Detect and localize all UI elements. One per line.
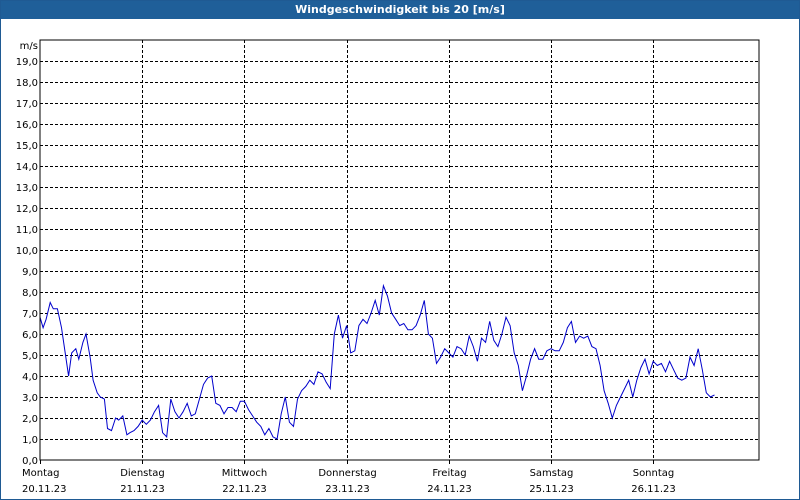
y-tick-label: 7,0 (22, 309, 38, 320)
x-tick-date: 21.11.23 (120, 484, 165, 495)
y-tick-label: 12,0 (16, 204, 38, 215)
y-axis-label: m/s (20, 41, 38, 52)
x-tick-day: Sonntag (633, 468, 675, 479)
y-tick-label: 18,0 (16, 78, 38, 89)
x-tick-date: 20.11.23 (22, 484, 67, 495)
y-tick-label: 3,0 (22, 393, 38, 404)
y-tick-label: 19,0 (16, 57, 38, 68)
x-tick-day: Montag (22, 468, 59, 479)
wind-speed-series-line (39, 283, 715, 440)
y-tick-label: 6,0 (22, 330, 38, 341)
y-tick-label: 11,0 (16, 225, 38, 236)
grid-lines (40, 40, 759, 464)
y-tick-label: 9,0 (22, 267, 38, 278)
x-tick-day: Freitag (432, 468, 466, 479)
y-tick-label: 10,0 (16, 246, 38, 257)
x-tick-date: 24.11.23 (427, 484, 472, 495)
y-tick-label: 1,0 (22, 435, 38, 446)
x-tick-date: 23.11.23 (325, 484, 370, 495)
x-tick-date: 26.11.23 (631, 484, 676, 495)
y-tick-label: 13,0 (16, 183, 38, 194)
x-axis-ticks: Montag 20.11.23 Dienstag 21.11.23 Mittwoch 22… (22, 468, 676, 495)
y-tick-label: 17,0 (16, 99, 38, 110)
wind-speed-chart: 0,0 1,0 2,0 3,0 4,0 5,0 6,0 7,0 8,0 9,0 10,0 11,0 12… (16, 39, 760, 495)
y-tick-label: 5,0 (22, 351, 38, 362)
y-tick-label: 2,0 (22, 414, 38, 425)
x-tick-day: Mittwoch (222, 468, 267, 479)
x-tick-day: Samstag (530, 468, 574, 479)
y-axis-ticks: 0,0 1,0 2,0 3,0 4,0 5,0 6,0 7,0 8,0 9,0 10,0 11,0 12… (16, 57, 38, 467)
y-tick-label: 15,0 (16, 141, 38, 152)
x-tick-date: 25.11.23 (529, 484, 574, 495)
y-tick-label: 16,0 (16, 120, 38, 131)
x-tick-day: Dienstag (120, 468, 165, 479)
x-tick-day: Donnerstag (318, 468, 376, 479)
y-tick-label: 4,0 (22, 372, 38, 383)
y-tick-label: 8,0 (22, 288, 38, 299)
x-tick-date: 22.11.23 (222, 484, 267, 495)
y-tick-label: 0,0 (22, 456, 38, 467)
y-tick-label: 14,0 (16, 162, 38, 173)
